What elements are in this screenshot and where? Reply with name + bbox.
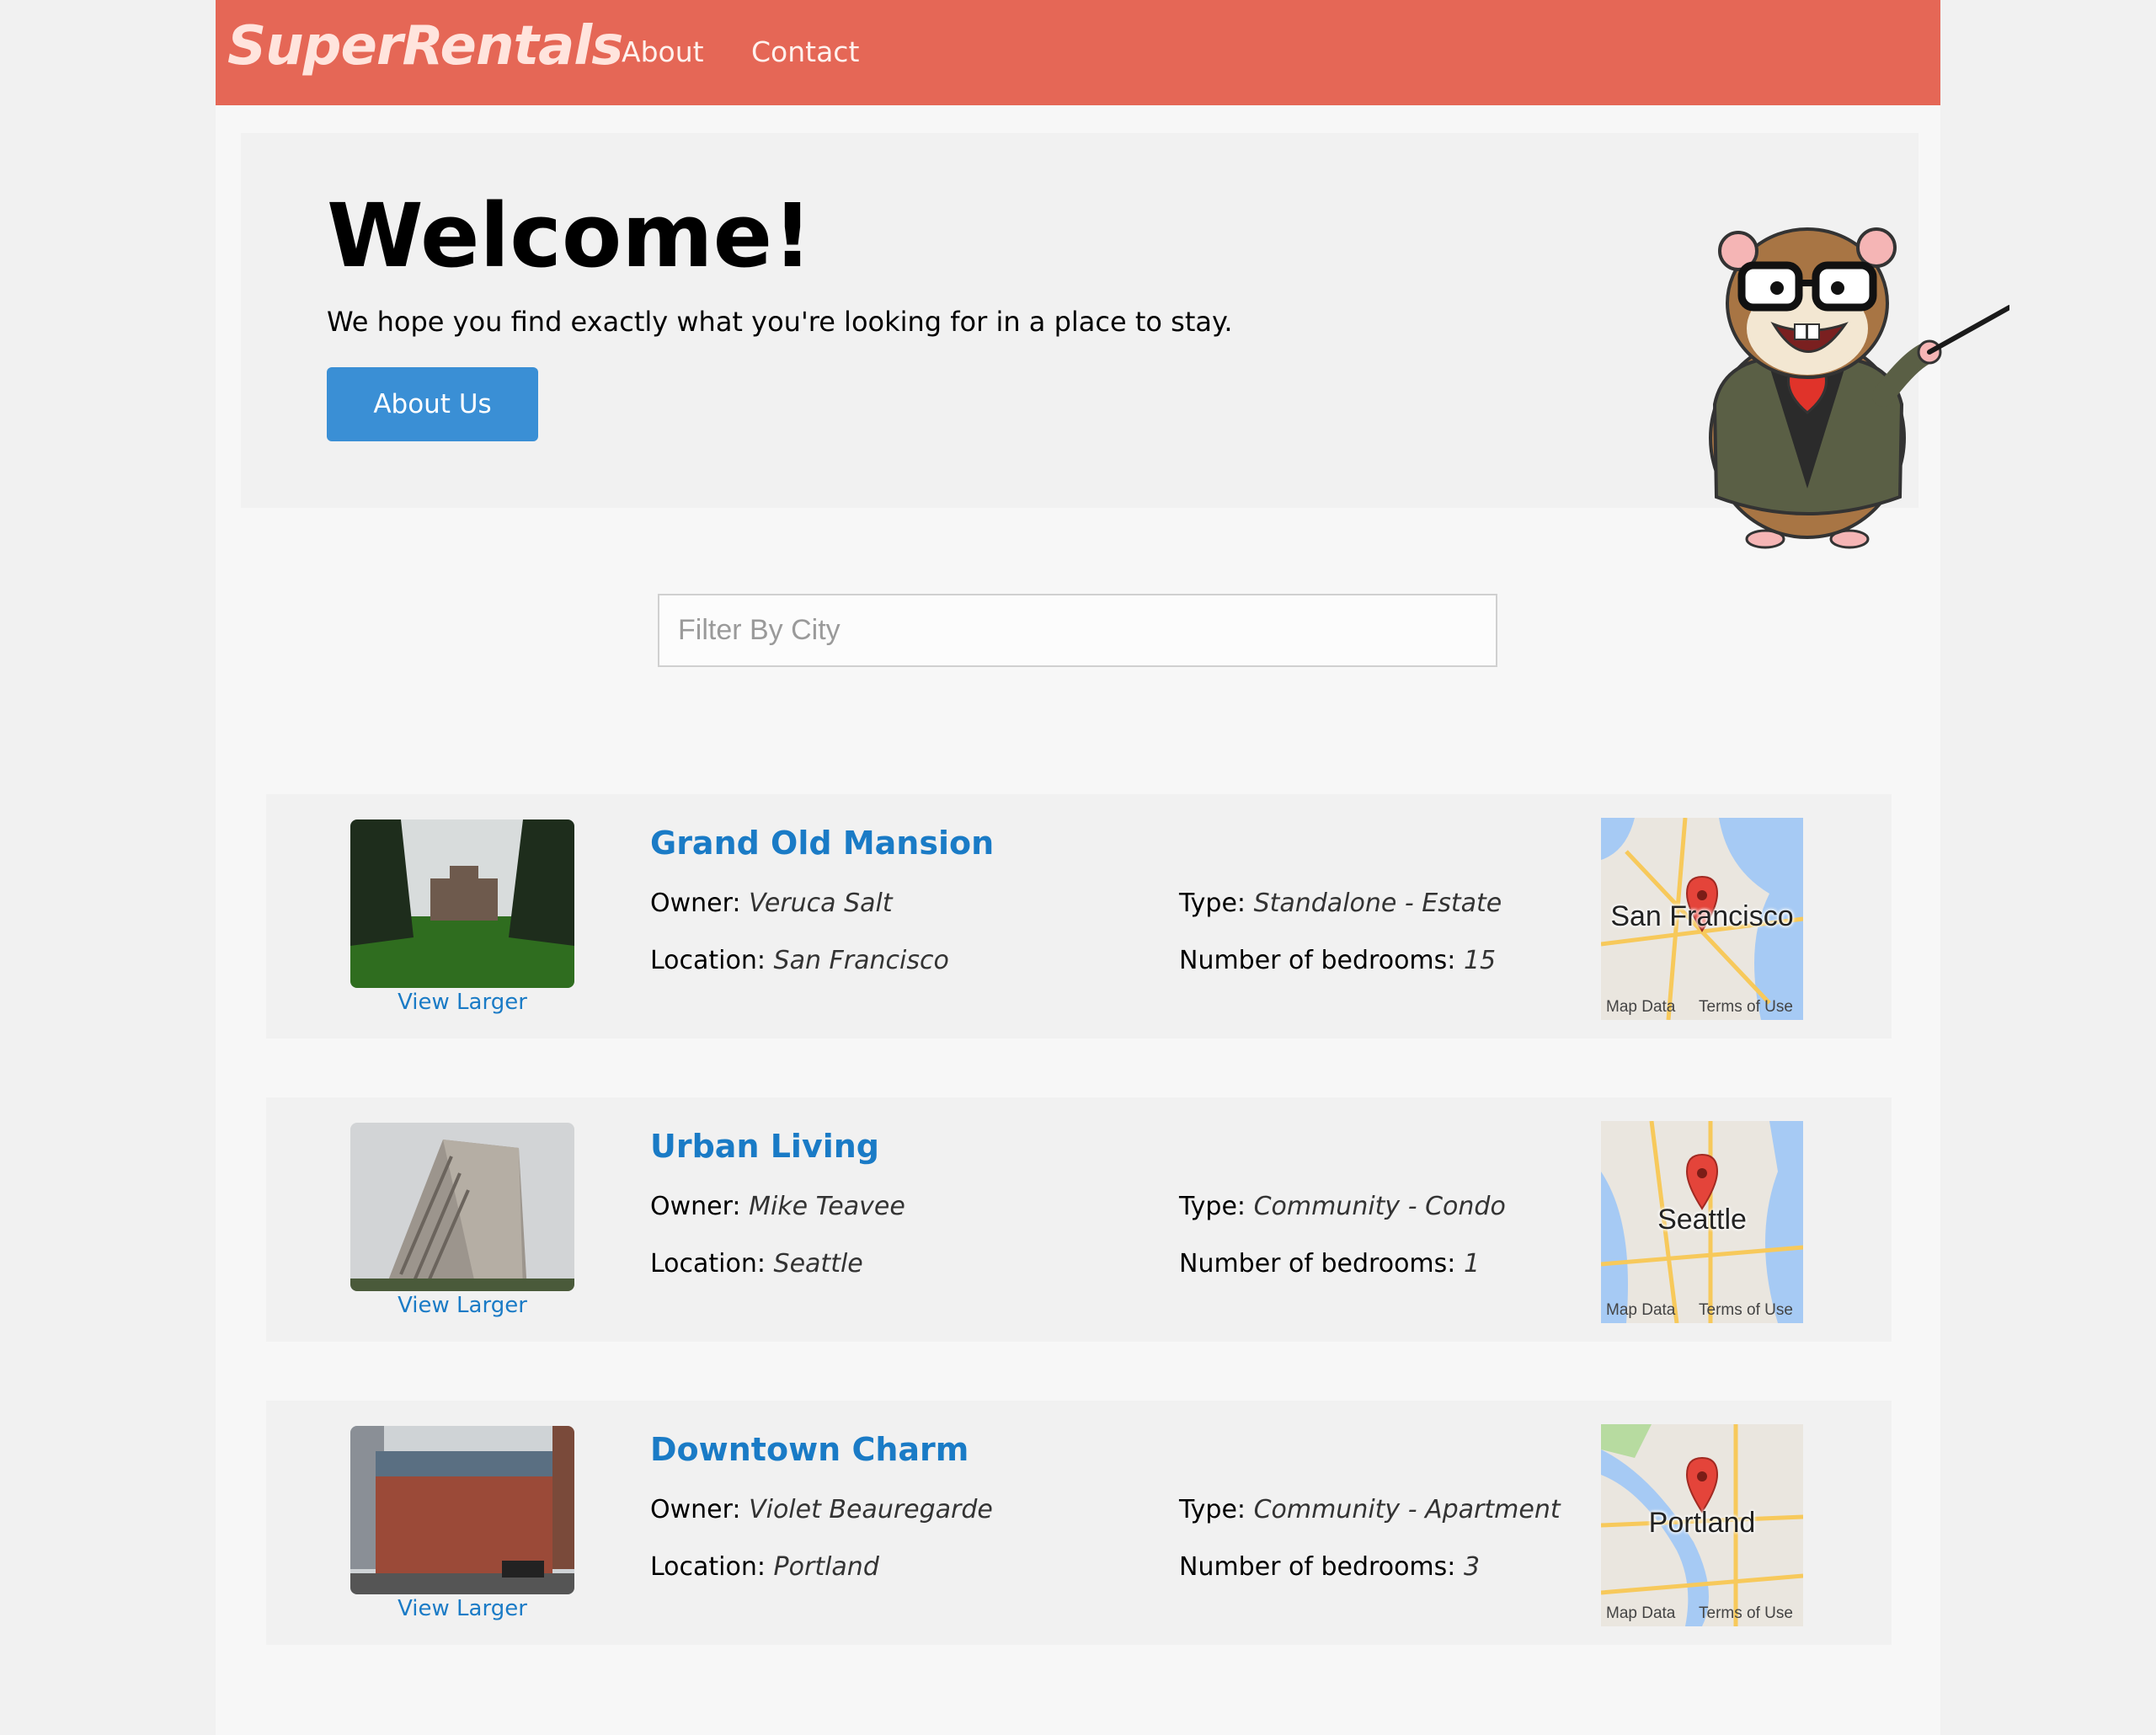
rental-bedrooms: Number of bedrooms: 1 — [1179, 1249, 1481, 1279]
rental-owner: Owner: Veruca Salt — [650, 889, 893, 918]
map-city-label: Seattle — [1657, 1204, 1747, 1236]
map-city-label: Portland — [1648, 1507, 1756, 1539]
rental-title[interactable]: Downtown Charm — [650, 1431, 969, 1468]
rental-listing: View Larger Urban Living Owner: Mike Tea… — [266, 1097, 1892, 1342]
rental-type: Type: Standalone - Estate — [1179, 889, 1502, 918]
welcome-text: We hope you find exactly what you're loo… — [327, 306, 1233, 338]
jumbotron: Welcome! We hope you find exactly what y… — [241, 133, 1919, 508]
welcome-heading: Welcome! — [327, 184, 813, 287]
rental-bedrooms: Number of bedrooms: 15 — [1179, 946, 1497, 975]
rental-location: Location: Portland — [650, 1552, 879, 1582]
filter-by-city-input[interactable] — [658, 594, 1497, 667]
terms-of-use-link[interactable]: Terms of Use — [1699, 1301, 1793, 1320]
map-data-link[interactable]: Map Data — [1606, 1604, 1675, 1623]
page: SuperRentals About Contact Welcome! We h… — [216, 0, 2009, 1735]
nav-about-link[interactable]: About — [622, 35, 704, 68]
rental-listing: View Larger Grand Old Mansion Owner: Ver… — [266, 794, 1892, 1038]
rental-bedrooms: Number of bedrooms: 3 — [1179, 1552, 1481, 1582]
view-larger-link[interactable]: View Larger — [350, 990, 574, 1015]
rental-image[interactable] — [350, 819, 574, 988]
rental-title[interactable]: Urban Living — [650, 1128, 879, 1165]
brand-logo-link[interactable]: SuperRentals — [227, 15, 623, 77]
rental-location: Location: San Francisco — [650, 946, 949, 975]
terms-of-use-link[interactable]: Terms of Use — [1699, 998, 1793, 1017]
rental-image[interactable] — [350, 1426, 574, 1594]
map-data-link[interactable]: Map Data — [1606, 1301, 1675, 1320]
terms-of-use-link[interactable]: Terms of Use — [1699, 1604, 1793, 1623]
navbar: SuperRentals About Contact — [216, 0, 1940, 105]
rental-map[interactable]: San Francisco Map Data Terms of Use — [1601, 818, 1803, 1020]
rental-map[interactable]: Portland Map Data Terms of Use — [1601, 1424, 1803, 1626]
nav-contact-link[interactable]: Contact — [751, 35, 859, 68]
about-us-button[interactable]: About Us — [327, 367, 538, 441]
map-city-label: San Francisco — [1610, 900, 1794, 932]
rental-type: Type: Community - Apartment — [1179, 1495, 1561, 1524]
rental-title[interactable]: Grand Old Mansion — [650, 825, 994, 862]
rental-listing: View Larger Downtown Charm Owner: Violet… — [266, 1401, 1892, 1645]
map-footer: Map Data Terms of Use — [1601, 1300, 1803, 1323]
map-footer: Map Data Terms of Use — [1601, 996, 1803, 1020]
rental-image[interactable] — [350, 1123, 574, 1291]
view-larger-link[interactable]: View Larger — [350, 1596, 574, 1621]
rental-owner: Owner: Violet Beauregarde — [650, 1495, 993, 1524]
rental-location: Location: Seattle — [650, 1249, 863, 1279]
rental-type: Type: Community - Condo — [1179, 1192, 1506, 1221]
view-larger-link[interactable]: View Larger — [350, 1293, 574, 1318]
map-footer: Map Data Terms of Use — [1601, 1603, 1803, 1626]
tomster-mascot-icon — [1709, 227, 2009, 549]
rental-map[interactable]: Seattle Map Data Terms of Use — [1601, 1121, 1803, 1323]
rental-owner: Owner: Mike Teavee — [650, 1192, 905, 1221]
map-data-link[interactable]: Map Data — [1606, 998, 1675, 1017]
